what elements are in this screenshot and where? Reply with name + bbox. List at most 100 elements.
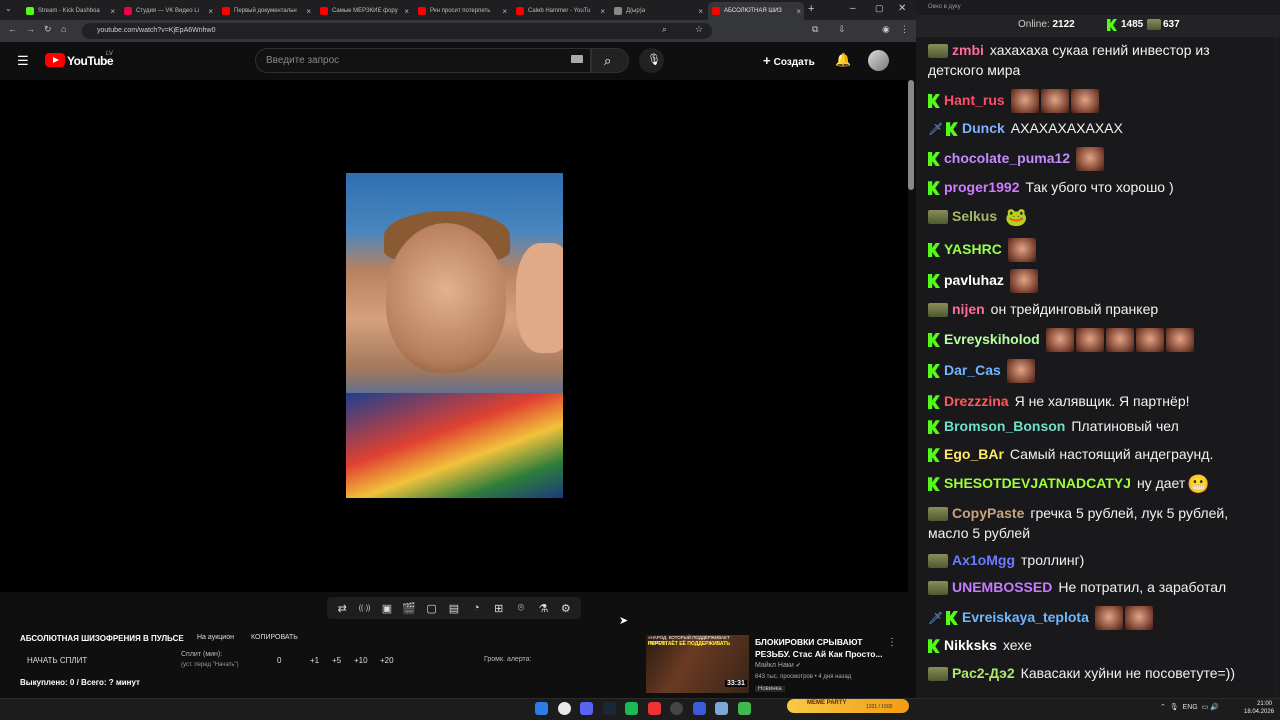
bell-icon[interactable]: 🔔 [835,52,851,68]
tab-close-icon[interactable]: × [404,7,409,16]
scrollbar-thumb[interactable] [908,80,914,190]
channel-name[interactable]: Майкл Наки ✔ [755,662,801,669]
chat-message[interactable]: Ego_BAr Самый настоящий андеграунд. [928,444,1268,464]
chat-username[interactable]: Evreiskaya_teplota [962,609,1089,625]
chat-message[interactable]: Hant_rus [928,89,1268,113]
telegram-taskbar-icon[interactable] [715,702,728,715]
home-icon[interactable]: ⌂ [61,24,66,34]
spotify-taskbar-icon[interactable] [625,702,638,715]
discord-taskbar-icon[interactable] [580,702,593,715]
chat-message[interactable]: Nikksks хехе [928,635,1268,655]
chat-username[interactable]: Рас2-Дэ2 [952,665,1015,681]
chat-username[interactable]: pavluhaz [944,272,1004,288]
chat-message[interactable]: 🗡 Evreiskaya_teplota [928,606,1268,630]
chat-username[interactable]: Drezzzina [944,393,1009,409]
chat-username[interactable]: YASHRC [944,241,1002,257]
tab-close-icon[interactable]: × [110,7,115,16]
tab-7[interactable]: АБСОЛЮТНАЯ ШИЗ × [708,2,804,20]
copy-button[interactable]: КОПИРОВАТЬ [251,634,298,641]
hamburger-icon[interactable]: ☰ [17,53,29,69]
tab-close-icon[interactable]: × [698,7,703,16]
chat-username[interactable]: UNEMBOSSED [952,579,1052,595]
tab-3[interactable]: Самые МЕРЗКИЕ фору × [316,2,412,20]
chat-message[interactable]: chocolate_puma12 [928,147,1268,171]
chat-message[interactable]: Dar_Cas [928,359,1268,383]
search-button[interactable]: ⌕ [591,48,629,73]
chat-message[interactable]: Evreyskiholod [928,328,1268,352]
chat-username[interactable]: Ego_BAr [944,446,1004,462]
emote-icon[interactable] [1075,328,1104,352]
keyboard-icon[interactable] [571,55,583,63]
tab-search-icon[interactable]: ⌄ [5,4,12,13]
camera-icon[interactable]: ⌾ [512,602,530,615]
windows-start-icon[interactable] [535,702,548,715]
chat-message[interactable]: CopyPaste гречка 5 рублей, лук 5 рублей, … [928,503,1268,543]
more-options-icon[interactable]: ⋮ [887,637,897,648]
clock[interactable]: 21:00 18.04.2026 [1244,700,1274,716]
excel-taskbar-icon[interactable] [737,702,751,715]
pip-icon[interactable]: ⊞ [490,602,508,615]
chat-username[interactable]: zmbi [952,42,984,58]
obs-taskbar-icon[interactable] [647,702,661,715]
tab-2[interactable]: Первый документальн × [218,2,314,20]
chat-message[interactable]: YASHRC [928,238,1268,262]
chat-username[interactable]: Ax1oMgg [952,552,1015,568]
chat-username[interactable]: Nikksks [944,637,997,653]
chat-username[interactable]: Dar_Cas [944,362,1001,378]
tab-close-icon[interactable]: × [600,7,605,16]
tab-6[interactable]: Д(ыр)а × [610,2,706,20]
inc-10-button[interactable]: +10 [354,656,368,665]
emote-icon[interactable] [1007,238,1036,262]
video-frame[interactable] [346,173,563,498]
split-value-field[interactable]: 0 [277,656,281,665]
chat-message[interactable]: Рас2-Дэ2 Кавасаки хуйни не посоветуте=)) [928,663,1268,683]
chat-scrollbar[interactable] [1273,37,1278,698]
avatar[interactable] [868,50,889,71]
filmstrip-icon[interactable]: ▤ [445,602,463,615]
chat-message[interactable]: UNEMBOSSED Не потратил, а заработал [928,577,1268,597]
emote-icon[interactable] [1094,606,1123,630]
chat-username[interactable]: CopyPaste [952,505,1024,521]
media-taskbar-icon[interactable] [692,702,706,715]
chat-message[interactable]: zmbi хахахаха сукаа гений инвестор из дет… [928,40,1268,80]
tab-1[interactable]: Студия — VK Видео Li × [120,2,216,20]
app-taskbar-icon[interactable] [670,702,683,715]
chat-username[interactable]: proger1992 [944,179,1019,195]
chat-message[interactable]: Ax1oMgg троллинг) [928,550,1268,570]
tab-close-icon[interactable]: × [796,7,801,16]
chat-message[interactable]: SHESOTDEVJATNADCATYJ ну дает 😬 [928,473,1268,494]
tab-0[interactable]: Stream - Kick Dashboa × [22,2,118,20]
emote-icon[interactable] [1040,89,1069,113]
back-icon[interactable]: ← [8,24,17,34]
emote-icon[interactable] [1076,147,1105,171]
inc-1-button[interactable]: +1 [310,656,319,665]
emote-icon[interactable] [1135,328,1164,352]
chat-username[interactable]: Bromson_Bonson [944,418,1065,434]
chat-username[interactable]: Selkus [952,208,997,224]
tab-close-icon[interactable]: × [208,7,213,16]
chat-message[interactable]: 🗡 Dunck АХАХАХАХАХАХ [928,118,1268,138]
menu-icon[interactable]: ⋮ [900,24,909,35]
youtube-logo-icon[interactable] [45,53,65,67]
emote-icon[interactable] [1006,359,1035,383]
chat-username[interactable]: Dunck [962,120,1005,136]
emote-icon[interactable] [1105,328,1134,352]
new-tab-button[interactable]: + [808,3,814,15]
emote-icon[interactable] [1070,89,1099,113]
inc-5-button[interactable]: +5 [332,656,341,665]
chat-message[interactable]: Bromson_Bonson Платиновый чел [928,416,1268,436]
tab-close-icon[interactable]: × [306,7,311,16]
create-button[interactable]: + Создать [757,48,823,73]
lab-icon[interactable]: ⚗ [534,602,552,615]
chat-username[interactable]: chocolate_puma12 [944,150,1070,166]
maximize-button[interactable]: ▢ [875,3,884,14]
frame-icon[interactable]: ▢ [423,602,441,615]
extensions-icon[interactable]: ⧉ [812,24,818,35]
url-field[interactable]: youtube.com/watch?v=KjEpA6Wnhw0 [82,23,712,39]
chat-message[interactable]: Selkus 🐸 [928,206,1268,227]
chat-message[interactable]: nijen он трейдинговый пранкер [928,299,1268,319]
clapper-icon[interactable]: 🎬 [400,602,418,615]
steam-taskbar-icon[interactable] [602,702,616,715]
download-icon[interactable]: ⇩ [838,24,846,35]
close-window-button[interactable]: ✕ [898,3,906,14]
